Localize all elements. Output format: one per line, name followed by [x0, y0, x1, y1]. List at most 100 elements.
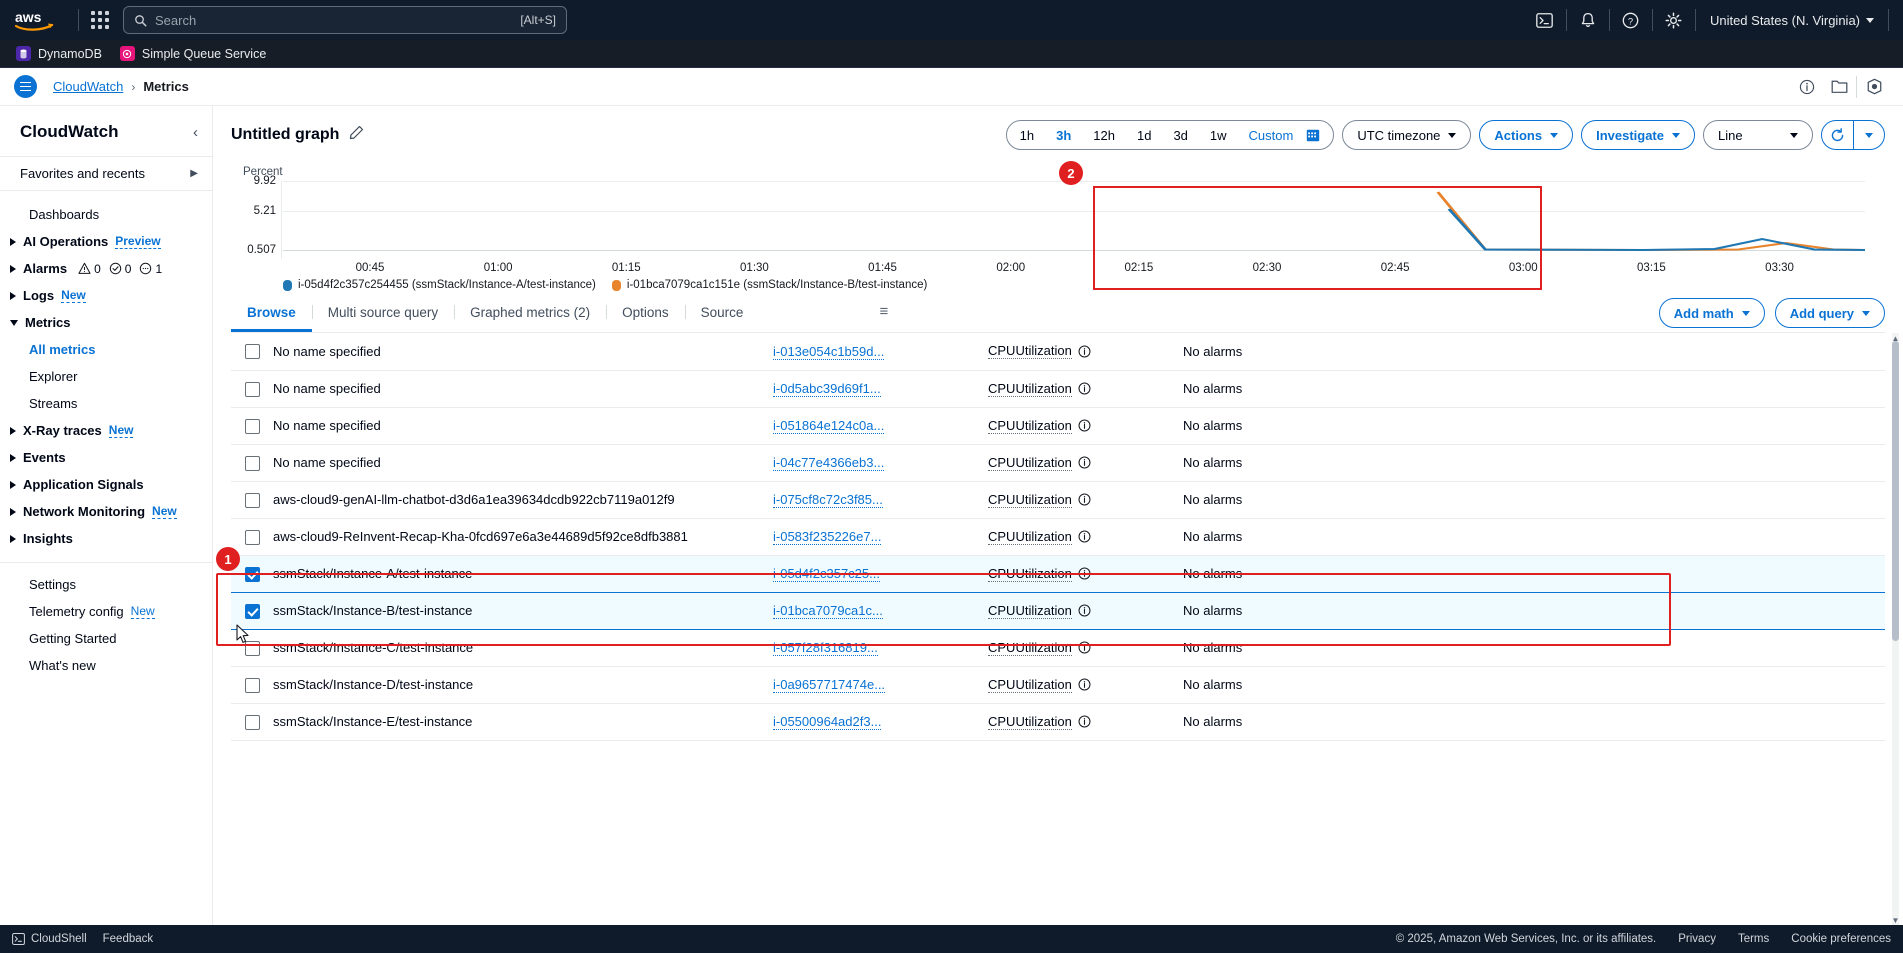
drag-handle-icon[interactable]: ≡ — [879, 303, 888, 326]
folder-icon[interactable] — [1824, 72, 1854, 102]
timezone-selector[interactable]: UTC timezone — [1342, 120, 1471, 150]
info-circle-icon[interactable] — [1792, 72, 1822, 102]
search-input[interactable] — [147, 13, 520, 28]
row-checkbox-cell[interactable] — [231, 333, 273, 370]
tab-browse[interactable]: Browse — [231, 296, 312, 332]
sidebar-item-application-signals[interactable]: Application Signals — [0, 471, 212, 498]
row-checkbox[interactable] — [245, 604, 260, 619]
table-row[interactable]: ssmStack/Instance-C/test-instancei-057f2… — [231, 629, 1885, 666]
footer-feedback-link[interactable]: Feedback — [103, 933, 154, 945]
actions-button[interactable]: Actions — [1479, 120, 1573, 150]
add-math-button[interactable]: Add math — [1659, 298, 1765, 328]
scroll-down-arrow-icon[interactable]: ▼ — [1891, 915, 1900, 925]
sidebar-item-all-metrics[interactable]: All metrics — [0, 336, 212, 363]
legend-item-instance-b[interactable]: i-01bca7079ca1c151e (ssmStack/Instance-B… — [612, 279, 927, 291]
metric-name-link[interactable]: CPUUtilization — [988, 677, 1072, 693]
table-scrollbar[interactable]: ▲ ▼ — [1890, 333, 1901, 925]
table-row[interactable]: ssmStack/Instance-D/test-instancei-0a965… — [231, 666, 1885, 703]
calendar-icon[interactable] — [1304, 121, 1331, 149]
tab-options[interactable]: Options — [606, 296, 685, 332]
metric-name-link[interactable]: CPUUtilization — [988, 603, 1072, 619]
row-checkbox-cell[interactable] — [231, 481, 273, 518]
favorite-sqs[interactable]: Simple Queue Service — [120, 46, 266, 61]
favorite-dynamodb[interactable]: DynamoDB — [16, 46, 102, 61]
sidebar-favorites-and-recents[interactable]: Favorites and recents ▶ — [0, 156, 212, 191]
instance-id-link[interactable]: i-051864e124c0a... — [773, 418, 884, 434]
row-checkbox[interactable] — [245, 344, 260, 359]
metric-name-link[interactable]: CPUUtilization — [988, 381, 1072, 397]
legend-item-instance-a[interactable]: i-05d4f2c357c254455 (ssmStack/Instance-A… — [283, 279, 596, 291]
refresh-settings-chevron-down-icon[interactable] — [1853, 121, 1884, 149]
metric-name-link[interactable]: CPUUtilization — [988, 529, 1072, 545]
metric-name-link[interactable]: CPUUtilization — [988, 455, 1072, 471]
info-circle-icon[interactable] — [1078, 604, 1091, 617]
breadcrumb-cloudwatch[interactable]: CloudWatch — [53, 79, 123, 94]
sidebar-item-getting-started[interactable]: Getting Started — [0, 625, 212, 652]
info-circle-icon[interactable] — [1078, 530, 1091, 543]
sidebar-item-streams[interactable]: Streams — [0, 390, 212, 417]
sidebar-item-insights[interactable]: Insights — [0, 525, 212, 552]
instance-id-link[interactable]: i-013e054c1b59d... — [773, 344, 884, 360]
table-row[interactable]: aws-cloud9-ReInvent-Recap-Kha-0fcd697e6a… — [231, 518, 1885, 555]
custom-range-button[interactable]: Custom — [1238, 121, 1305, 149]
chart-plot-area[interactable]: 9.92 5.21 0.507 — [283, 181, 1865, 259]
row-checkbox-cell[interactable] — [231, 370, 273, 407]
row-checkbox-cell[interactable] — [231, 518, 273, 555]
info-circle-icon[interactable] — [1078, 715, 1091, 728]
metric-name-link[interactable]: CPUUtilization — [988, 640, 1072, 656]
instance-id-link[interactable]: i-05500964ad2f3... — [773, 714, 881, 730]
global-search[interactable]: [Alt+S] — [123, 6, 567, 34]
sidebar-item-logs[interactable]: Logs New — [0, 282, 212, 309]
range-1w[interactable]: 1w — [1199, 121, 1238, 149]
apps-grid-icon[interactable] — [91, 11, 109, 29]
add-query-button[interactable]: Add query — [1775, 298, 1885, 328]
table-row[interactable]: No name specifiedi-04c77e4366eb3...CPUUt… — [231, 444, 1885, 481]
tab-graphed-metrics[interactable]: Graphed metrics (2) — [454, 296, 606, 332]
sidebar-item-metrics[interactable]: Metrics — [0, 309, 212, 336]
row-checkbox[interactable] — [245, 456, 260, 471]
scroll-up-arrow-icon[interactable]: ▲ — [1891, 333, 1900, 343]
sidebar-item-xray-traces[interactable]: X-Ray traces New — [0, 417, 212, 444]
info-circle-icon[interactable] — [1078, 382, 1091, 395]
info-circle-icon[interactable] — [1078, 567, 1091, 580]
sidebar-item-telemetry-config[interactable]: Telemetry config New — [0, 598, 212, 625]
scrollbar-thumb[interactable] — [1892, 341, 1899, 641]
row-checkbox[interactable] — [245, 715, 260, 730]
sidebar-item-ai-operations[interactable]: AI Operations Preview — [0, 228, 212, 255]
row-checkbox-cell[interactable] — [231, 444, 273, 481]
row-checkbox-cell[interactable] — [231, 407, 273, 444]
table-row[interactable]: ssmStack/Instance-A/test-instancei-05d4f… — [231, 555, 1885, 592]
row-checkbox[interactable] — [245, 493, 260, 508]
investigate-button[interactable]: Investigate — [1581, 120, 1695, 150]
settings-gear-icon[interactable] — [1653, 0, 1695, 40]
instance-id-link[interactable]: i-05d4f2c357c25... — [773, 566, 880, 582]
instance-id-link[interactable]: i-0583f235226e7... — [773, 529, 881, 545]
row-checkbox[interactable] — [245, 530, 260, 545]
range-3h[interactable]: 3h — [1045, 121, 1082, 149]
sidebar-item-events[interactable]: Events — [0, 444, 212, 471]
metric-name-link[interactable]: CPUUtilization — [988, 418, 1072, 434]
metric-name-link[interactable]: CPUUtilization — [988, 492, 1072, 508]
footer-cloudshell-button[interactable]: CloudShell — [12, 933, 87, 945]
notifications-bell-icon[interactable] — [1567, 0, 1609, 40]
info-circle-icon[interactable] — [1078, 493, 1091, 506]
sidebar-item-whats-new[interactable]: What's new — [0, 652, 212, 679]
instance-id-link[interactable]: i-0d5abc39d69f1... — [773, 381, 881, 397]
info-circle-icon[interactable] — [1078, 419, 1091, 432]
info-circle-icon[interactable] — [1078, 678, 1091, 691]
pencil-icon[interactable] — [349, 125, 364, 145]
chevron-left-icon[interactable]: ‹ — [193, 124, 198, 141]
table-row[interactable]: ssmStack/Instance-B/test-instancei-01bca… — [231, 592, 1885, 629]
row-checkbox[interactable] — [245, 567, 260, 582]
aws-logo[interactable]: aws — [14, 9, 56, 31]
region-selector[interactable]: United States (N. Virginia) — [1696, 0, 1888, 40]
row-checkbox-cell[interactable] — [231, 703, 273, 740]
shield-settings-icon[interactable] — [1859, 72, 1889, 102]
help-question-icon[interactable]: ? — [1610, 0, 1652, 40]
metric-name-link[interactable]: CPUUtilization — [988, 714, 1072, 730]
sidebar-item-explorer[interactable]: Explorer — [0, 363, 212, 390]
sidebar-item-network-monitoring[interactable]: Network Monitoring New — [0, 498, 212, 525]
table-row[interactable]: No name specifiedi-0d5abc39d69f1...CPUUt… — [231, 370, 1885, 407]
footer-terms-link[interactable]: Terms — [1738, 933, 1769, 945]
row-checkbox[interactable] — [245, 419, 260, 434]
